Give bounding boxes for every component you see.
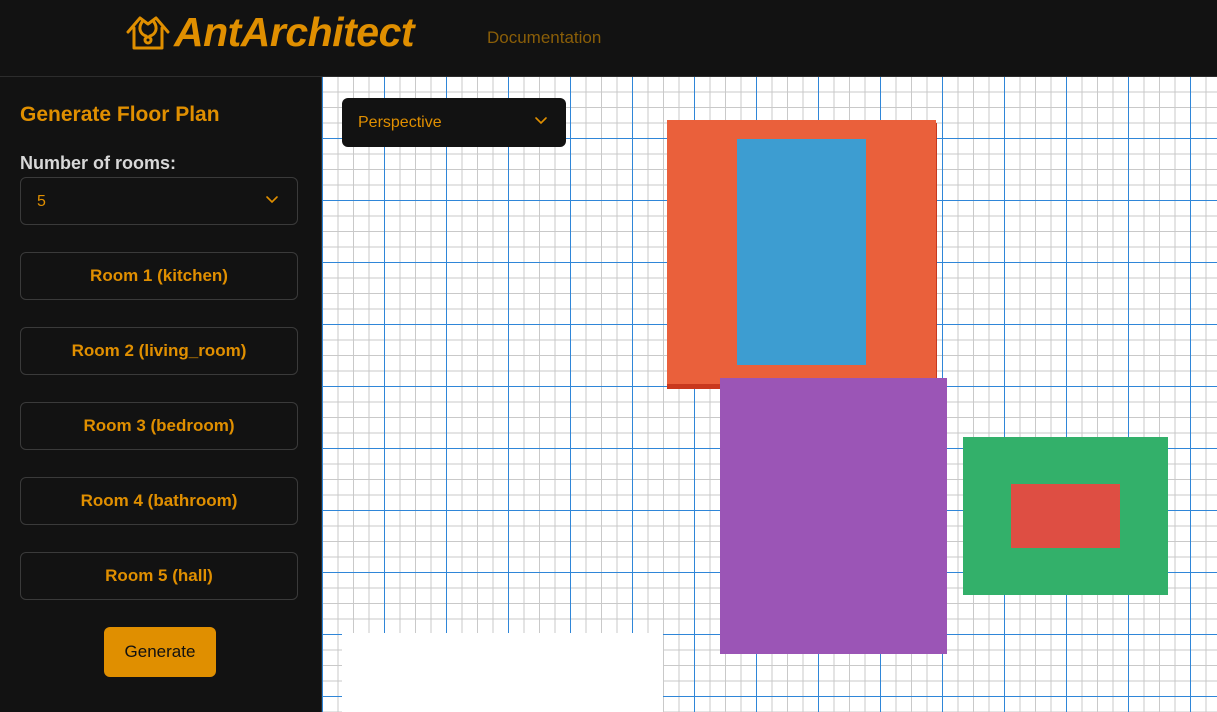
room-2-button[interactable]: Room 2 (living_room): [20, 327, 298, 375]
view-mode-value: Perspective: [358, 114, 442, 131]
room-block-purple[interactable]: [720, 378, 947, 654]
room-block-red[interactable]: [1011, 484, 1120, 548]
logo-text: AntArchitect: [174, 8, 415, 55]
chevron-down-icon: [535, 117, 547, 125]
top-navbar: AntArchitect Documentation: [0, 0, 1217, 77]
generate-button[interactable]: Generate: [104, 627, 216, 677]
rooms-count-select[interactable]: 5: [20, 177, 298, 225]
rooms-count-value: 5: [37, 193, 46, 210]
room-5-button[interactable]: Room 5 (hall): [20, 552, 298, 600]
view-mode-select[interactable]: Perspective: [342, 98, 566, 147]
panel-title: Generate Floor Plan: [20, 103, 220, 126]
ant-house-icon: [126, 16, 170, 50]
documentation-link[interactable]: Documentation: [487, 28, 601, 48]
floor-plan-viewport[interactable]: Perspective: [321, 77, 1217, 712]
blank-overlay: [342, 633, 663, 712]
rooms-count-label: Number of rooms:: [20, 153, 177, 173]
room-4-button[interactable]: Room 4 (bathroom): [20, 477, 298, 525]
floor-plan-sidebar: Generate Floor Plan Number of rooms: 5 R…: [0, 77, 320, 712]
room-3-button[interactable]: Room 3 (bedroom): [20, 402, 298, 450]
room-block-blue[interactable]: [737, 139, 866, 365]
brand-logo[interactable]: AntArchitect: [124, 6, 415, 58]
room-1-button[interactable]: Room 1 (kitchen): [20, 252, 298, 300]
chevron-down-icon: [266, 196, 278, 204]
